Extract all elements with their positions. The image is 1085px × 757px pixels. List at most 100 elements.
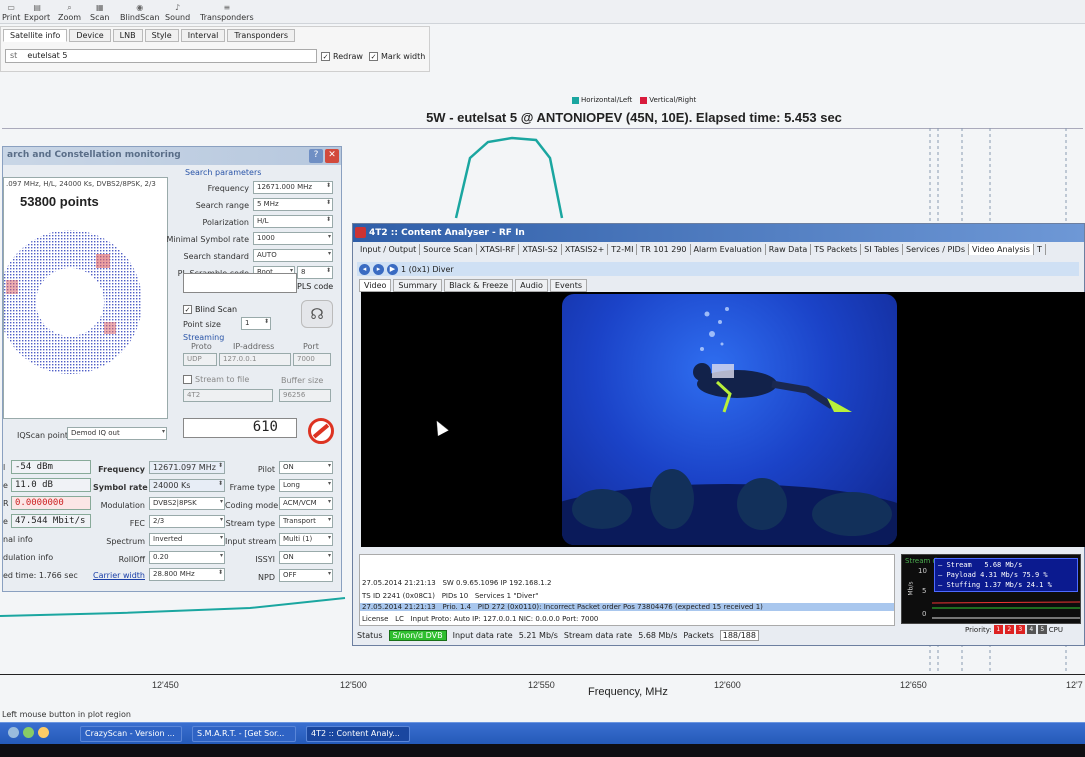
chevron-down-icon[interactable]: ▾ bbox=[328, 516, 331, 523]
blind-scan-checkbox[interactable]: ✓ Blind Scan bbox=[183, 305, 237, 314]
play-icon[interactable]: ▶ bbox=[387, 263, 398, 275]
taskbar-crazyscan[interactable]: CrazyScan - Version ... bbox=[80, 726, 182, 742]
tab-summary[interactable]: Summary bbox=[393, 279, 443, 292]
port-input[interactable]: 7000 bbox=[293, 353, 331, 366]
tab-raw-data[interactable]: Raw Data bbox=[766, 244, 812, 255]
chevron-down-icon[interactable]: ▾ bbox=[220, 552, 223, 559]
tab-si-tables[interactable]: SI Tables bbox=[861, 244, 903, 255]
app-icon[interactable] bbox=[8, 727, 19, 738]
chevron-down-icon[interactable]: ▾ bbox=[220, 498, 223, 505]
sound-button[interactable]: ♪ Sound bbox=[165, 4, 190, 23]
proto-select[interactable]: UDP bbox=[183, 353, 217, 366]
export-button[interactable]: ▤ Export bbox=[24, 4, 50, 23]
input-stream-select[interactable]: Multi (1) ▾ bbox=[279, 533, 333, 546]
satellite-select[interactable]: st eutelsat 5 bbox=[5, 49, 317, 63]
issyi-select[interactable]: ON ▾ bbox=[279, 551, 333, 564]
pl-scramble-code-input[interactable]: 8 ⬍ bbox=[297, 266, 333, 279]
chevron-down-icon[interactable]: ▾ bbox=[162, 428, 165, 435]
redraw-checkbox[interactable]: ✓ Redraw bbox=[321, 52, 363, 61]
carrier-width-value[interactable]: 28.800 MHz ⬍ bbox=[149, 568, 225, 581]
forward-icon[interactable]: ▸ bbox=[373, 263, 384, 275]
min-symbol-rate-select[interactable]: 1000 ▾ bbox=[253, 232, 333, 245]
pilot-select[interactable]: ON ▾ bbox=[279, 461, 333, 474]
app-icon[interactable] bbox=[23, 727, 34, 738]
buffer-size-input[interactable]: 96256 bbox=[279, 389, 331, 402]
tab-input-output[interactable]: Input / Output bbox=[357, 244, 421, 255]
search-range-input[interactable]: 5 MHz ⬍ bbox=[253, 198, 333, 211]
carrier-width-link[interactable]: Carrier width bbox=[93, 571, 145, 580]
spin-icon[interactable]: ⬍ bbox=[326, 199, 331, 206]
modulation-select[interactable]: DVBS2|8PSK ▾ bbox=[149, 497, 225, 510]
tab-services-pids[interactable]: Services / PIDs bbox=[903, 244, 970, 255]
close-icon[interactable]: ✕ bbox=[325, 149, 339, 163]
tab-interval[interactable]: Interval bbox=[180, 29, 226, 42]
blindscan-button[interactable]: ◉ BlindScan bbox=[120, 4, 160, 23]
chevron-down-icon[interactable]: ▾ bbox=[328, 233, 331, 240]
log-row-selected[interactable]: 27.05.2014 21:21:13 Prio. 1.4 PID 272 (0… bbox=[360, 603, 894, 611]
search-standard-select[interactable]: AUTO ▾ bbox=[253, 249, 333, 262]
priority-4[interactable]: 4 bbox=[1026, 625, 1036, 634]
print-button[interactable]: ▭ Print bbox=[2, 4, 20, 23]
tab-xtasis2-plus[interactable]: XTASIS2+ bbox=[562, 244, 609, 255]
priority-2[interactable]: 2 bbox=[1004, 625, 1014, 634]
markwidth-checkbox[interactable]: ✓ Mark width bbox=[369, 52, 425, 61]
file-select[interactable]: 4T2 bbox=[183, 389, 273, 402]
spin-icon[interactable]: ⬍ bbox=[326, 216, 331, 223]
priority-5[interactable]: 5 bbox=[1037, 625, 1047, 634]
tab-alarm-evaluation[interactable]: Alarm Evaluation bbox=[691, 244, 766, 255]
tab-events[interactable]: Events bbox=[549, 279, 588, 292]
zoom-button[interactable]: ⌕ Zoom bbox=[58, 4, 81, 23]
tab-source-scan[interactable]: Source Scan bbox=[420, 244, 477, 255]
npd-select[interactable]: OFF ▾ bbox=[279, 569, 333, 582]
spin-icon[interactable]: ⬍ bbox=[264, 318, 269, 325]
rolloff-select[interactable]: 0.20 ▾ bbox=[149, 551, 225, 564]
spin-icon[interactable]: ⬍ bbox=[218, 569, 223, 576]
tab-satellite-info[interactable]: Satellite info bbox=[3, 29, 68, 42]
tab-more[interactable]: T bbox=[1034, 244, 1046, 255]
tab-xtasi-s2[interactable]: XTASI-S2 bbox=[519, 244, 562, 255]
chevron-down-icon[interactable]: ▾ bbox=[328, 534, 331, 541]
tab-lnb[interactable]: LNB bbox=[112, 29, 143, 42]
spin-icon[interactable]: ⬍ bbox=[218, 480, 223, 487]
spin-icon[interactable]: ⬍ bbox=[326, 182, 331, 189]
priority-3[interactable]: 3 bbox=[1015, 625, 1025, 634]
back-icon[interactable]: ◂ bbox=[359, 263, 370, 275]
iqscan-select[interactable]: Demod IQ out ▾ bbox=[67, 427, 167, 440]
priority-1[interactable]: 1 bbox=[993, 625, 1003, 634]
stream-to-file-checkbox[interactable]: Stream to file bbox=[183, 375, 249, 384]
help-icon[interactable]: ? bbox=[309, 149, 323, 163]
app-icon[interactable] bbox=[38, 727, 49, 738]
frame-type-select[interactable]: Long ▾ bbox=[279, 479, 333, 492]
ip-input[interactable]: 127.0.0.1 bbox=[219, 353, 291, 366]
scan-button[interactable]: ▦ Scan bbox=[90, 4, 109, 23]
chevron-down-icon[interactable]: ▾ bbox=[328, 570, 331, 577]
tab-xtasi-rf[interactable]: XTASI-RF bbox=[477, 244, 520, 255]
chevron-down-icon[interactable]: ▾ bbox=[328, 462, 331, 469]
tab-video[interactable]: Video bbox=[359, 279, 392, 292]
taskbar-smart[interactable]: S.M.A.R.T. - [Get Sor... bbox=[192, 726, 296, 742]
chevron-down-icon[interactable]: ▾ bbox=[328, 480, 331, 487]
transponders-button[interactable]: ≡ Transponders bbox=[200, 4, 254, 23]
tab-transponders[interactable]: Transponders bbox=[227, 29, 295, 42]
tab-style[interactable]: Style bbox=[144, 29, 179, 42]
spectrum-select[interactable]: Inverted ▾ bbox=[149, 533, 225, 546]
spin-icon[interactable]: ⬍ bbox=[326, 267, 331, 274]
stream-type-select[interactable]: Transport ▾ bbox=[279, 515, 333, 528]
service-name[interactable]: 1 (0x1) Diver bbox=[401, 265, 454, 274]
stop-icon[interactable] bbox=[308, 418, 334, 444]
point-size-input[interactable]: 1 ⬍ bbox=[241, 317, 271, 330]
tab-device[interactable]: Device bbox=[69, 29, 111, 42]
chevron-down-icon[interactable]: ▾ bbox=[220, 534, 223, 541]
spin-icon[interactable]: ⬍ bbox=[218, 462, 223, 469]
tab-black-freeze[interactable]: Black & Freeze bbox=[444, 279, 514, 292]
coding-mode-select[interactable]: ACM/VCM ▾ bbox=[279, 497, 333, 510]
blindscan-icon[interactable]: ☊ bbox=[301, 300, 333, 328]
tab-t2-mi[interactable]: T2-MI bbox=[608, 244, 638, 255]
chevron-down-icon[interactable]: ▾ bbox=[328, 250, 331, 257]
chevron-down-icon[interactable]: ▾ bbox=[328, 552, 331, 559]
frequency-input[interactable]: 12671.000 MHz ⬍ bbox=[253, 181, 333, 194]
chevron-down-icon[interactable]: ▾ bbox=[220, 516, 223, 523]
taskbar-analyser[interactable]: 4T2 :: Content Analy... bbox=[306, 726, 410, 742]
tab-video-analysis[interactable]: Video Analysis bbox=[969, 244, 1034, 255]
chevron-down-icon[interactable]: ▾ bbox=[328, 498, 331, 505]
